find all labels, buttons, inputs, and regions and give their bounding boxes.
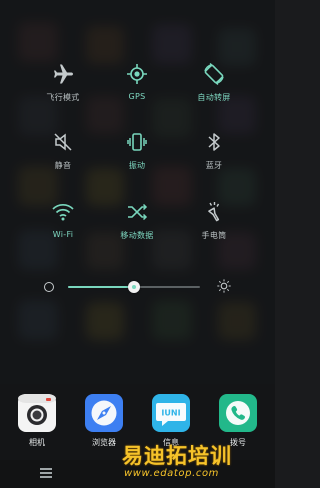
message-icon-text: IUNI — [161, 409, 180, 418]
brightness-control — [0, 276, 275, 298]
wifi-icon — [52, 203, 74, 221]
gps-label: GPS — [128, 92, 146, 101]
brightness-low-icon — [44, 282, 54, 292]
dock-app-camera[interactable]: 相机 — [9, 394, 65, 448]
brightness-slider-fill — [68, 286, 134, 288]
bluetooth-icon — [208, 133, 220, 151]
mute-label: 静音 — [54, 161, 72, 170]
mobile-data-toggle[interactable]: 移动数据 — [97, 200, 177, 241]
quick-settings-row: 飞行模式 GPS 自动转屏 — [0, 62, 275, 118]
airplane-mode-label: 飞行模式 — [46, 93, 80, 102]
quick-settings-row: 静音 振动 蓝牙 — [0, 130, 275, 186]
wifi-label: Wi-Fi — [52, 230, 74, 239]
bluetooth-label: 蓝牙 — [205, 161, 223, 170]
flashlight-toggle[interactable]: 手电筒 — [174, 200, 254, 241]
watermark-url: www.edatop.com — [124, 468, 220, 479]
wifi-toggle[interactable]: Wi-Fi — [23, 200, 103, 239]
auto-rotate-label: 自动转屏 — [197, 93, 231, 102]
phone-icon — [219, 394, 257, 432]
menu-icon[interactable] — [40, 468, 52, 478]
gps-toggle[interactable]: GPS — [97, 62, 177, 101]
airplane-icon — [54, 64, 73, 84]
message-icon: IUNI — [152, 394, 190, 432]
camera-icon — [18, 394, 56, 432]
mute-icon — [54, 133, 72, 151]
brightness-slider-thumb[interactable] — [128, 281, 140, 293]
watermark: 易迪拓培训 www.edatop.com — [118, 440, 275, 488]
vibrate-toggle[interactable]: 振动 — [97, 130, 177, 171]
flashlight-label: 手电筒 — [201, 231, 227, 240]
auto-rotate-icon — [204, 63, 224, 85]
watermark-title: 易迪拓培训 — [122, 444, 232, 468]
dock-app-camera-label: 相机 — [29, 438, 45, 447]
mobile-data-label: 移动数据 — [120, 231, 154, 240]
quick-settings-row: Wi-Fi 移动数据 手电筒 — [0, 200, 275, 256]
bluetooth-toggle[interactable]: 蓝牙 — [174, 130, 254, 171]
mute-toggle[interactable]: 静音 — [23, 130, 103, 171]
gps-icon — [127, 64, 147, 84]
auto-rotate-toggle[interactable]: 自动转屏 — [174, 62, 254, 103]
brightness-high-icon — [217, 279, 231, 293]
mobile-data-icon — [128, 203, 148, 221]
flashlight-icon — [208, 202, 220, 222]
brightness-slider[interactable] — [68, 281, 200, 293]
airplane-mode-toggle[interactable]: 飞行模式 — [23, 62, 103, 103]
compass-icon — [85, 394, 123, 432]
vibrate-label: 振动 — [128, 161, 146, 170]
vibrate-icon — [127, 133, 147, 151]
